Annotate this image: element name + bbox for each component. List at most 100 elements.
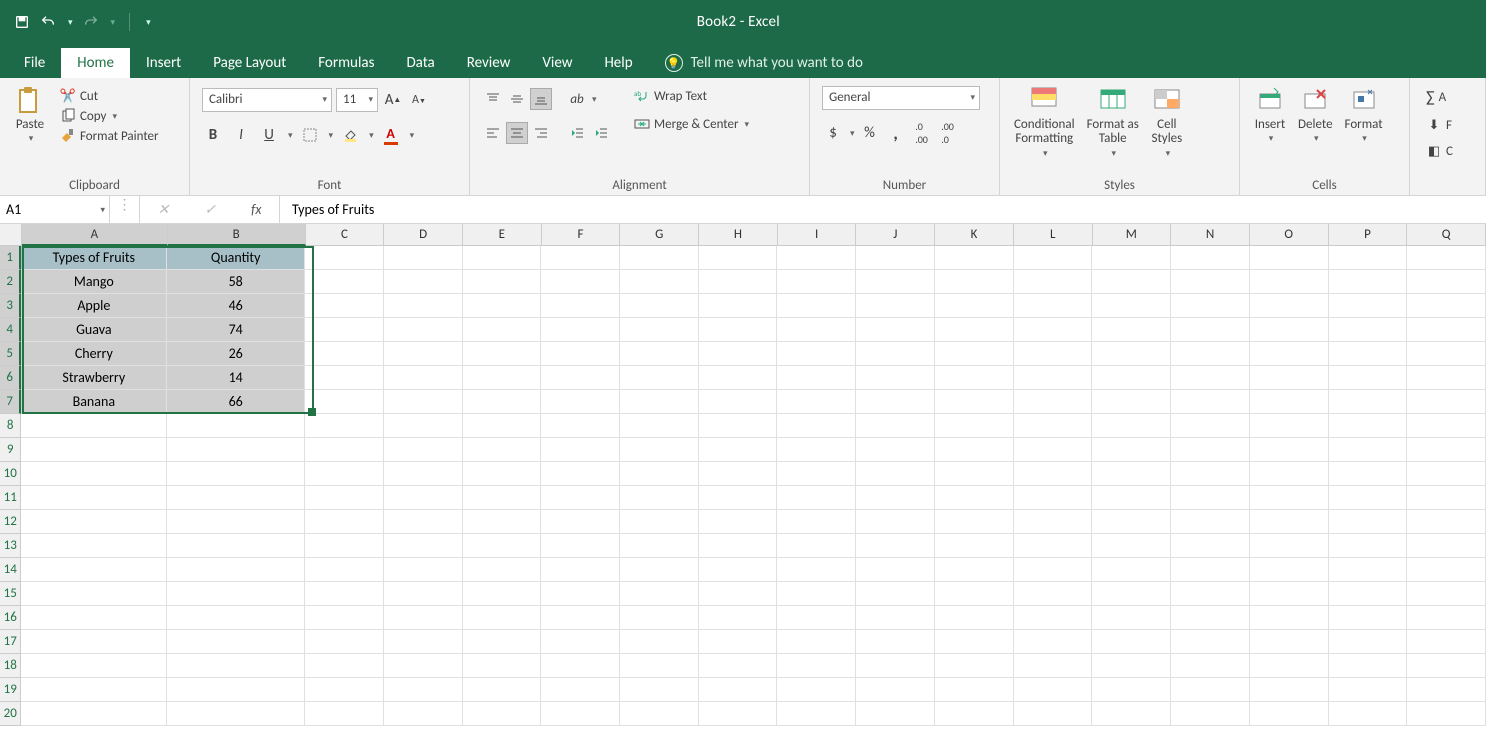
cell-F8[interactable]: [541, 414, 620, 438]
cell-G17[interactable]: [620, 630, 699, 654]
cell-K6[interactable]: [935, 366, 1014, 390]
wrap-text-button[interactable]: ab Wrap Text: [630, 86, 753, 106]
cell-P13[interactable]: [1329, 534, 1408, 558]
row-header-9[interactable]: 9: [0, 438, 21, 462]
align-top-icon[interactable]: [482, 88, 504, 110]
cell-D8[interactable]: [384, 414, 463, 438]
tab-help[interactable]: Help: [588, 48, 648, 78]
cell-F4[interactable]: [541, 318, 620, 342]
cell-G10[interactable]: [620, 462, 699, 486]
cell-C20[interactable]: [305, 702, 384, 726]
cell-M15[interactable]: [1092, 582, 1171, 606]
cell-Q2[interactable]: [1407, 270, 1486, 294]
cell-K2[interactable]: [935, 270, 1014, 294]
tab-home[interactable]: Home: [61, 48, 130, 78]
cell-C3[interactable]: [305, 294, 384, 318]
cell-P7[interactable]: [1329, 390, 1408, 414]
row-header-2[interactable]: 2: [0, 270, 21, 294]
align-right-icon[interactable]: [530, 122, 552, 144]
cell-F13[interactable]: [541, 534, 620, 558]
cell-G20[interactable]: [620, 702, 699, 726]
cell-N18[interactable]: [1171, 654, 1250, 678]
cell-D2[interactable]: [384, 270, 463, 294]
cell-K12[interactable]: [935, 510, 1014, 534]
increase-indent-icon[interactable]: [590, 122, 612, 144]
cell-G2[interactable]: [620, 270, 699, 294]
cell-L3[interactable]: [1014, 294, 1093, 318]
cell-H1[interactable]: [699, 246, 778, 270]
cell-C8[interactable]: [305, 414, 384, 438]
cell-F11[interactable]: [541, 486, 620, 510]
cell-P11[interactable]: [1329, 486, 1408, 510]
undo-icon[interactable]: [40, 14, 56, 30]
cell-P18[interactable]: [1329, 654, 1408, 678]
cell-M2[interactable]: [1092, 270, 1171, 294]
name-box[interactable]: A1▾: [0, 196, 110, 223]
cell-M11[interactable]: [1092, 486, 1171, 510]
cell-J1[interactable]: [856, 246, 935, 270]
cell-L1[interactable]: [1014, 246, 1093, 270]
cell-I11[interactable]: [777, 486, 856, 510]
cell-O6[interactable]: [1250, 366, 1329, 390]
cell-B7[interactable]: 66: [167, 390, 305, 414]
cell-E14[interactable]: [463, 558, 542, 582]
cell-H13[interactable]: [699, 534, 778, 558]
cell-H3[interactable]: [699, 294, 778, 318]
cell-O14[interactable]: [1250, 558, 1329, 582]
column-header-H[interactable]: H: [699, 224, 778, 246]
cell-K20[interactable]: [935, 702, 1014, 726]
cell-F15[interactable]: [541, 582, 620, 606]
cell-F2[interactable]: [541, 270, 620, 294]
cell-B8[interactable]: [167, 414, 305, 438]
cell-C19[interactable]: [305, 678, 384, 702]
cell-K17[interactable]: [935, 630, 1014, 654]
cell-J12[interactable]: [856, 510, 935, 534]
cell-J16[interactable]: [856, 606, 935, 630]
column-header-N[interactable]: N: [1171, 224, 1250, 246]
tab-data[interactable]: Data: [390, 48, 450, 78]
merge-center-button[interactable]: Merge & Center ▾: [630, 114, 753, 134]
cell-A14[interactable]: [21, 558, 167, 582]
cell-H14[interactable]: [699, 558, 778, 582]
cell-J6[interactable]: [856, 366, 935, 390]
fill-color-button[interactable]: [339, 124, 361, 146]
cell-Q12[interactable]: [1407, 510, 1486, 534]
cell-M1[interactable]: [1092, 246, 1171, 270]
row-header-1[interactable]: 1: [0, 246, 21, 270]
cell-O12[interactable]: [1250, 510, 1329, 534]
row-header-19[interactable]: 19: [0, 678, 21, 702]
cell-K1[interactable]: [935, 246, 1014, 270]
cell-Q11[interactable]: [1407, 486, 1486, 510]
cell-M8[interactable]: [1092, 414, 1171, 438]
row-header-12[interactable]: 12: [0, 510, 21, 534]
row-header-20[interactable]: 20: [0, 702, 21, 726]
cell-K11[interactable]: [935, 486, 1014, 510]
cell-G13[interactable]: [620, 534, 699, 558]
cell-K15[interactable]: [935, 582, 1014, 606]
cell-O13[interactable]: [1250, 534, 1329, 558]
cell-K5[interactable]: [935, 342, 1014, 366]
cut-button[interactable]: ✂️ Cut: [56, 86, 163, 106]
cell-K14[interactable]: [935, 558, 1014, 582]
cell-J5[interactable]: [856, 342, 935, 366]
cell-F16[interactable]: [541, 606, 620, 630]
cell-B15[interactable]: [167, 582, 305, 606]
cell-P17[interactable]: [1329, 630, 1408, 654]
cell-P14[interactable]: [1329, 558, 1408, 582]
cell-N5[interactable]: [1171, 342, 1250, 366]
cell-I6[interactable]: [777, 366, 856, 390]
row-header-10[interactable]: 10: [0, 462, 21, 486]
cell-I7[interactable]: [777, 390, 856, 414]
cell-B18[interactable]: [167, 654, 305, 678]
cell-I20[interactable]: [777, 702, 856, 726]
redo-icon[interactable]: [83, 14, 99, 30]
cell-P3[interactable]: [1329, 294, 1408, 318]
row-header-8[interactable]: 8: [0, 414, 21, 438]
cell-H11[interactable]: [699, 486, 778, 510]
cell-N6[interactable]: [1171, 366, 1250, 390]
cell-A4[interactable]: Guava: [21, 318, 167, 342]
decrease-indent-icon[interactable]: [566, 122, 588, 144]
cell-I15[interactable]: [777, 582, 856, 606]
enter-icon[interactable]: ✓: [204, 201, 216, 218]
column-header-G[interactable]: G: [620, 224, 699, 246]
